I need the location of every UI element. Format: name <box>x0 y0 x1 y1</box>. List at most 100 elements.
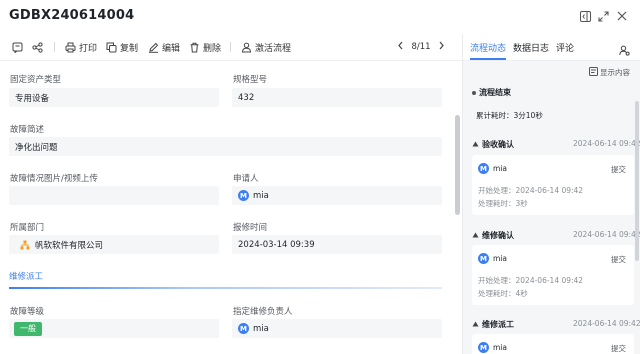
fault-desc-field[interactable]: 净化出问题 <box>9 137 442 156</box>
asset-type-value: 专用设备 <box>15 93 50 104</box>
step-acceptance-time: 2024-06-14 09:42 <box>573 139 640 148</box>
page-title: GDBX240614004 <box>9 8 135 23</box>
avatar: M <box>238 190 249 201</box>
step-action: 提交 <box>611 344 626 353</box>
expand-icon[interactable] <box>596 9 610 23</box>
print-button[interactable]: 打印 <box>65 40 97 54</box>
applicant-value: mia <box>253 190 269 201</box>
tab-data-log[interactable]: 数据日志 <box>513 41 549 54</box>
dialog-root: GDBX240614004 打印 复制 编辑 删除 激活流程 8/11 固定资产… <box>0 0 640 354</box>
toolbar-divider <box>54 42 55 52</box>
collapse-panel-icon[interactable] <box>578 9 592 23</box>
department-label: 所属部门 <box>10 223 45 233</box>
chevron-left-icon[interactable] <box>397 41 404 53</box>
tab-flow[interactable]: 流程动态 <box>470 41 506 54</box>
fault-level-field[interactable]: 一般 <box>9 319 219 338</box>
step-user-name: mia <box>493 254 507 263</box>
avatar: M <box>238 323 249 334</box>
comment-button[interactable] <box>12 40 23 54</box>
right-panel-tabs: 流程动态 数据日志 评论 <box>463 34 640 60</box>
delete-button[interactable]: 删除 <box>189 40 221 54</box>
step-start-time: 开始处理：2024-06-14 09:42 <box>478 276 584 285</box>
edit-button[interactable]: 编辑 <box>148 40 180 54</box>
step-repair-confirm[interactable]: 维修确认 <box>472 230 514 241</box>
asset-type-label: 固定资产类型 <box>10 75 62 85</box>
show-content-icon <box>589 67 598 78</box>
step-dispatch[interactable]: 维修派工 <box>472 319 514 330</box>
record-pager: 8/11 <box>397 40 445 54</box>
step-end-title: 流程结束 <box>479 88 511 97</box>
chevron-up-icon <box>472 320 479 329</box>
step-acceptance[interactable]: 验收确认 <box>472 139 514 150</box>
chevron-right-icon[interactable] <box>438 41 445 53</box>
step-end-card: 累计耗时：3分10秒 <box>472 99 634 125</box>
repair-owner-label: 指定维修负责人 <box>233 307 293 317</box>
asset-type-field[interactable]: 专用设备 <box>9 88 219 107</box>
step-repair-confirm-time: 2024-06-14 09:42 <box>573 230 640 239</box>
section-title: 维修派工 <box>9 272 44 282</box>
repair-owner-value: mia <box>253 323 269 334</box>
step-repair-confirm-title: 维修确认 <box>482 231 514 240</box>
toolbar: 打印 复制 编辑 删除 激活流程 <box>0 34 462 60</box>
step-repair-confirm-card: M mia 提交 开始处理：2024-06-14 09:42 处理耗时：4秒 <box>472 245 634 305</box>
activate-label: 激活流程 <box>255 43 292 54</box>
timeline-scrollbar[interactable] <box>635 101 639 261</box>
applicant-field[interactable]: M mia <box>232 186 442 205</box>
step-dispatch-time: 2024-06-14 09:42 <box>573 319 640 328</box>
copy-button[interactable]: 复制 <box>106 40 138 54</box>
record-form: 固定资产类型 专用设备 规格型号 432 故障简述 净化出问题 故障情况图片/视… <box>0 61 462 354</box>
avatar: M <box>478 342 489 353</box>
flow-timeline: 显示内容 流程结束 累计耗时：3分10秒 验收确认 2024-06-14 09:… <box>463 61 640 354</box>
user-settings-icon[interactable] <box>619 41 630 60</box>
print-label: 打印 <box>79 43 98 54</box>
status-badge: 一般 <box>14 321 42 336</box>
department-field[interactable]: 帆软软件有限公司 <box>9 235 219 254</box>
step-duration: 处理耗时：3秒 <box>478 199 528 208</box>
share-button[interactable] <box>32 40 43 54</box>
delete-label: 删除 <box>203 43 222 54</box>
fault-desc-value: 净化出问题 <box>15 142 58 153</box>
spec-label: 规格型号 <box>233 75 268 85</box>
step-action: 提交 <box>611 255 626 264</box>
step-start-time: 开始处理：2024-06-14 09:42 <box>478 186 584 195</box>
activate-flow-button[interactable]: 激活流程 <box>241 40 291 54</box>
chevron-up-icon <box>472 140 479 149</box>
step-dispatch-card: M mia 提交 <box>472 334 634 354</box>
share-icon <box>32 41 43 53</box>
spec-field[interactable]: 432 <box>232 88 442 107</box>
report-time-value: 2024-03-14 09:39 <box>238 239 315 250</box>
show-content-toggle[interactable]: 显示内容 <box>589 67 630 78</box>
pager-text: 8/11 <box>411 42 431 52</box>
edit-label: 编辑 <box>162 43 181 54</box>
department-value: 帆软软件有限公司 <box>35 240 104 251</box>
user-flow-icon <box>241 42 252 52</box>
print-icon <box>65 42 76 52</box>
comment-icon <box>12 42 23 53</box>
form-scrollbar[interactable] <box>455 115 460 215</box>
applicant-label: 申请人 <box>233 174 259 184</box>
step-user-name: mia <box>493 164 507 173</box>
step-end: 流程结束 <box>472 87 511 98</box>
right-panel: 流程动态 数据日志 评论 显示内容 流程结束 累计耗时：3分10秒 验收确认 2… <box>463 34 640 354</box>
avatar: M <box>478 253 489 264</box>
org-icon <box>20 240 30 250</box>
close-icon[interactable] <box>615 9 629 23</box>
step-dispatch-title: 维修派工 <box>482 320 514 329</box>
chevron-up-icon <box>472 231 479 240</box>
repair-owner-field[interactable]: M mia <box>232 319 442 338</box>
copy-icon <box>106 42 117 52</box>
fault-images-label: 故障情况图片/视频上传 <box>10 174 98 184</box>
report-time-field[interactable]: 2024-03-14 09:39 <box>232 235 442 254</box>
step-acceptance-card: M mia 提交 开始处理：2024-06-14 09:42 处理耗时：3秒 <box>472 155 634 215</box>
delete-icon <box>190 42 199 52</box>
fault-desc-label: 故障简述 <box>10 125 45 135</box>
total-duration: 累计耗时：3分10秒 <box>476 111 543 120</box>
step-duration: 处理耗时：4秒 <box>478 289 528 298</box>
fault-level-label: 故障等级 <box>10 307 45 317</box>
tab-comments[interactable]: 评论 <box>556 41 574 54</box>
fault-images-upload[interactable] <box>9 186 219 205</box>
toolbar-divider <box>230 42 231 52</box>
report-time-label: 报修时间 <box>233 223 268 233</box>
copy-label: 复制 <box>120 43 139 54</box>
avatar: M <box>478 163 489 174</box>
